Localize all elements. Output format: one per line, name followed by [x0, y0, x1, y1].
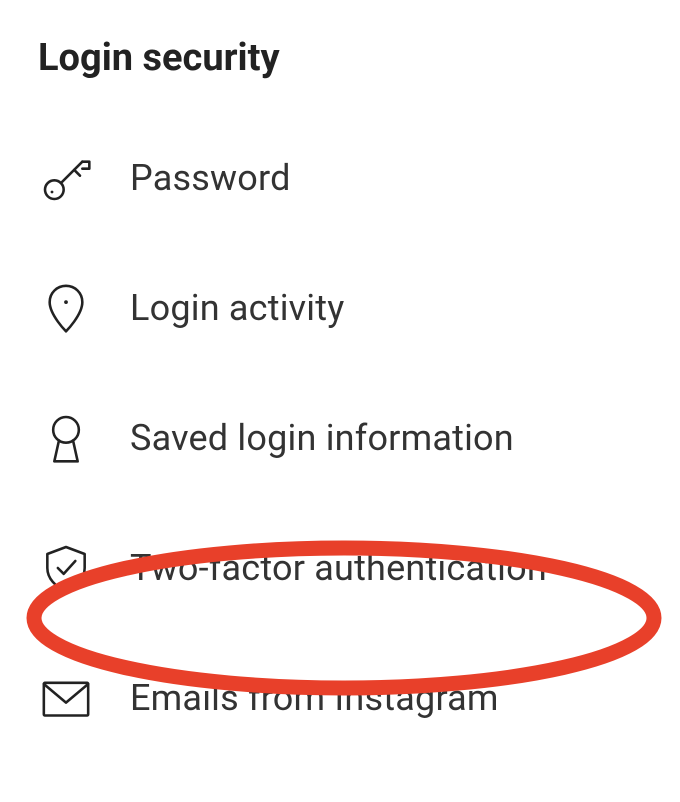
key-icon [38, 150, 94, 206]
menu-item-label: Login activity [130, 287, 344, 329]
menu-item-two-factor[interactable]: Two-factor authentication [38, 540, 680, 596]
menu-item-saved-login[interactable]: Saved login information [38, 410, 680, 466]
menu-item-password[interactable]: Password [38, 150, 680, 206]
menu-item-label: Password [130, 157, 291, 199]
menu-item-label: Emails from Instagram [130, 677, 499, 719]
location-pin-icon [38, 280, 94, 336]
menu-list: Password Login activity Saved login info… [38, 150, 680, 726]
section-title: Login security [38, 36, 680, 80]
keyhole-icon [38, 410, 94, 466]
envelope-icon [38, 670, 94, 726]
menu-item-login-activity[interactable]: Login activity [38, 280, 680, 336]
menu-item-label: Two-factor authentication [130, 547, 547, 589]
menu-item-label: Saved login information [130, 417, 514, 459]
login-security-section: Login security Password Lo [0, 0, 680, 726]
shield-check-icon [38, 540, 94, 596]
menu-item-emails[interactable]: Emails from Instagram [38, 670, 680, 726]
